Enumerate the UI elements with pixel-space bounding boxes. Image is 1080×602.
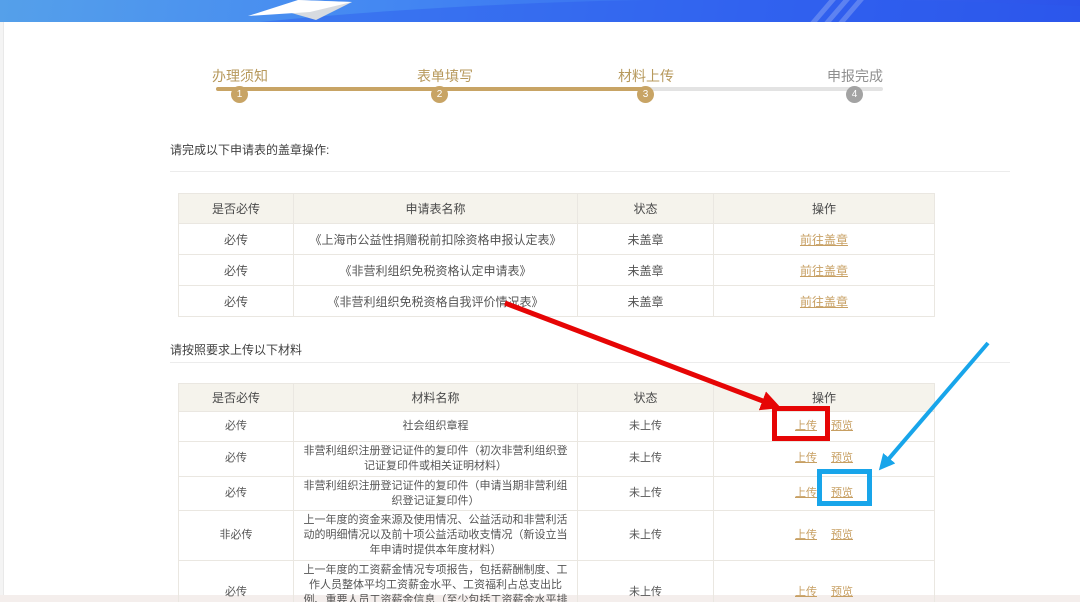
table-row: 必传 非营利组织注册登记证件的复印件（初次非营利组织登记证复印件或相关证明材料）… (179, 442, 935, 477)
step-circle-2: 2 (431, 86, 448, 103)
status-badge: 未上传 (578, 511, 714, 561)
step-progress-bar-done (216, 87, 645, 91)
step-label-2: 表单填写 (417, 66, 473, 86)
upload-section-title: 请按照要求上传以下材料 (170, 341, 302, 358)
upload-link[interactable]: 上传 (795, 586, 817, 598)
upload-link[interactable]: 上传 (795, 420, 817, 432)
preview-link[interactable]: 预览 (831, 487, 853, 499)
upload-link[interactable]: 上传 (795, 452, 817, 464)
page: 办理须知 表单填写 材料上传 申报完成 1 2 3 4 请完成以下申请表的盖章操… (0, 0, 1080, 602)
form-name: 《非营利组织免税资格认定申请表》 (294, 255, 578, 286)
step-label-3: 材料上传 (618, 66, 674, 86)
stamp-table: 是否必传 申请表名称 状态 操作 必传 《上海市公益性捐赠税前扣除资格申报认定表… (178, 193, 935, 317)
preview-link[interactable]: 预览 (831, 586, 853, 598)
step-circle-3: 3 (637, 86, 654, 103)
status-badge: 未上传 (578, 476, 714, 511)
required-flag: 必传 (179, 286, 294, 317)
table-row: 必传 《非营利组织免税资格自我评价情况表》 未盖章 前往盖章 (179, 286, 935, 317)
upload-link[interactable]: 上传 (795, 487, 817, 499)
status-badge: 未盖章 (578, 224, 714, 255)
go-stamp-link[interactable]: 前往盖章 (800, 295, 848, 309)
required-flag: 必传 (179, 412, 294, 442)
status-badge: 未上传 (578, 442, 714, 477)
go-stamp-link[interactable]: 前往盖章 (800, 264, 848, 278)
step-label-4: 申报完成 (827, 66, 883, 86)
material-name: 社会组织章程 (294, 412, 578, 442)
column-header-required: 是否必传 (179, 194, 294, 224)
status-badge: 未上传 (578, 560, 714, 602)
status-badge: 未盖章 (578, 286, 714, 317)
preview-link[interactable]: 预览 (831, 420, 853, 432)
table-row: 必传 《上海市公益性捐赠税前扣除资格申报认定表》 未盖章 前往盖章 (179, 224, 935, 255)
column-header-status: 状态 (578, 384, 714, 412)
required-flag: 必传 (179, 476, 294, 511)
step-circle-4: 4 (846, 86, 863, 103)
stamp-table-header: 是否必传 申请表名称 状态 操作 (179, 194, 935, 224)
required-flag: 非必传 (179, 511, 294, 561)
divider (170, 171, 1010, 172)
form-name: 《非营利组织免税资格自我评价情况表》 (294, 286, 578, 317)
table-row: 必传 社会组织章程 未上传 上传 预览 (179, 412, 935, 442)
preview-link[interactable]: 预览 (831, 529, 853, 541)
required-flag: 必传 (179, 442, 294, 477)
preview-link[interactable]: 预览 (831, 452, 853, 464)
column-header-status: 状态 (578, 194, 714, 224)
step-indicator: 办理须知 表单填写 材料上传 申报完成 1 2 3 4 (0, 0, 1080, 120)
table-row: 必传 上一年度的工资薪金情况专项报告，包括薪酬制度、工作人员整体平均工资薪金水平… (179, 560, 935, 602)
stamp-section-title: 请完成以下申请表的盖章操作: (170, 141, 329, 158)
status-badge: 未盖章 (578, 255, 714, 286)
upload-table-header: 是否必传 材料名称 状态 操作 (179, 384, 935, 412)
column-header-action: 操作 (714, 194, 935, 224)
upload-link[interactable]: 上传 (795, 529, 817, 541)
table-row: 非必传 上一年度的资金来源及使用情况、公益活动和非营利活动的明细情况以及前十项公… (179, 511, 935, 561)
table-row: 必传 非营利组织注册登记证件的复印件（申请当期非营利组织登记证复印件） 未上传 … (179, 476, 935, 511)
column-header-action: 操作 (714, 384, 935, 412)
form-name: 《上海市公益性捐赠税前扣除资格申报认定表》 (294, 224, 578, 255)
material-name: 非营利组织注册登记证件的复印件（申请当期非营利组织登记证复印件） (294, 476, 578, 511)
column-header-material-name: 材料名称 (294, 384, 578, 412)
required-flag: 必传 (179, 224, 294, 255)
upload-table: 是否必传 材料名称 状态 操作 必传 社会组织章程 未上传 上传预览 必传 非营… (178, 383, 935, 602)
material-name: 上一年度的工资薪金情况专项报告，包括薪酬制度、工作人员整体平均工资薪金水平、工资… (294, 560, 578, 602)
material-name: 非营利组织注册登记证件的复印件（初次非营利组织登记证复印件或相关证明材料） (294, 442, 578, 477)
required-flag: 必传 (179, 255, 294, 286)
status-badge: 未上传 (578, 412, 714, 442)
required-flag: 必传 (179, 560, 294, 602)
divider (170, 362, 1010, 363)
step-label-1: 办理须知 (212, 66, 268, 86)
column-header-required: 是否必传 (179, 384, 294, 412)
step-circle-1: 1 (231, 86, 248, 103)
go-stamp-link[interactable]: 前往盖章 (800, 233, 848, 247)
material-name: 上一年度的资金来源及使用情况、公益活动和非营利活动的明细情况以及前十项公益活动收… (294, 511, 578, 561)
column-header-form-name: 申请表名称 (294, 194, 578, 224)
table-row: 必传 《非营利组织免税资格认定申请表》 未盖章 前往盖章 (179, 255, 935, 286)
